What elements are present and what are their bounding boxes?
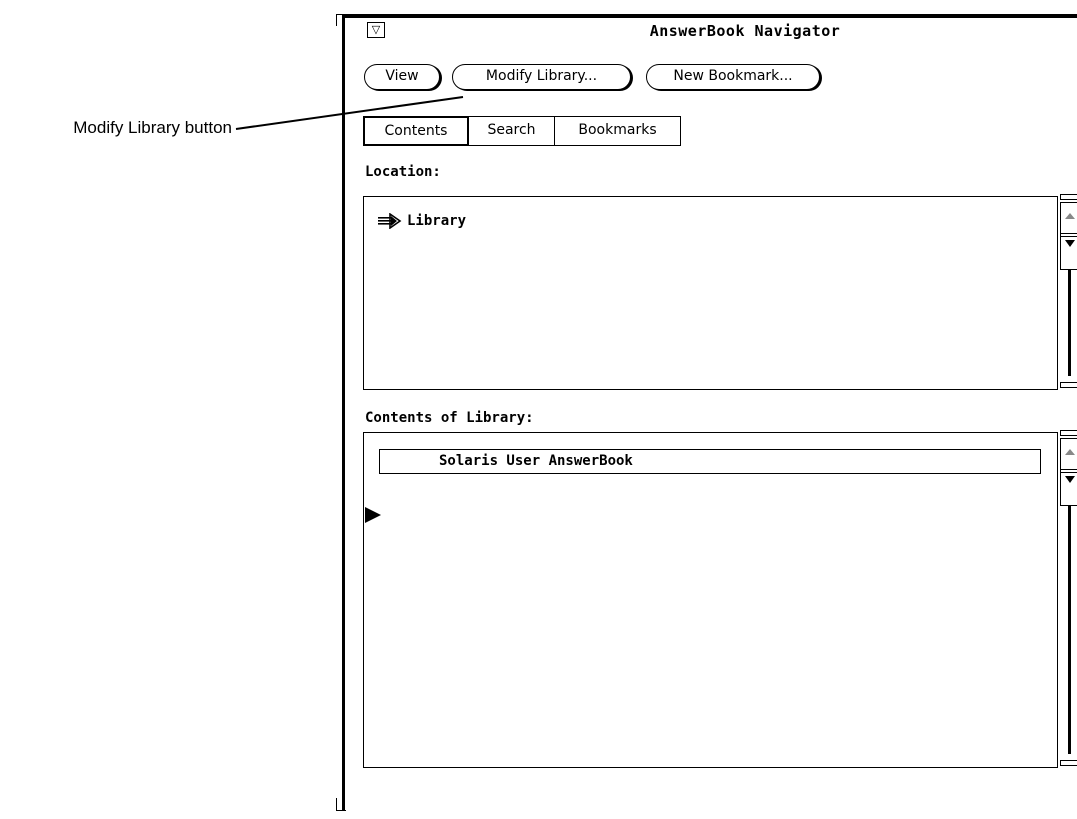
list-item-label: Solaris User AnswerBook: [439, 453, 633, 469]
window-corner-top-left: [336, 14, 337, 26]
window-border-top: [345, 14, 1077, 18]
double-arrow-icon: [378, 213, 402, 229]
scrollbar-divider: [1061, 472, 1077, 473]
window-title: AnswerBook Navigator: [649, 22, 841, 40]
view-button[interactable]: View: [364, 64, 440, 90]
scrollbar-track[interactable]: [1068, 506, 1071, 754]
scrollbar-track[interactable]: [1068, 270, 1071, 376]
insertion-pointer-icon: [365, 507, 381, 523]
scrollbar-divider: [1061, 236, 1077, 237]
window-corner-bottom-left: [336, 798, 337, 810]
scrollbar-elevator[interactable]: [1060, 202, 1077, 270]
scroll-down-arrow-icon[interactable]: [1065, 476, 1075, 483]
scrollbar-top-cap[interactable]: [1060, 194, 1077, 200]
callout-label: Modify Library button: [73, 118, 232, 137]
location-scrollbar[interactable]: [1058, 194, 1077, 390]
tab-contents[interactable]: Contents: [363, 116, 469, 146]
scrollbar-divider: [1061, 233, 1077, 234]
scrollbar-divider: [1061, 469, 1077, 470]
scrollbar-elevator[interactable]: [1060, 438, 1077, 506]
window-corner-bottom-left: [336, 810, 346, 811]
new-bookmark-button[interactable]: New Bookmark...: [646, 64, 820, 90]
tab-bookmarks[interactable]: Bookmarks: [555, 117, 680, 145]
location-label: Location:: [365, 164, 441, 180]
window-menu-icon[interactable]: ▽: [367, 22, 385, 38]
scroll-up-arrow-icon[interactable]: [1065, 449, 1075, 455]
scroll-down-arrow-icon[interactable]: [1065, 240, 1075, 247]
contents-pane[interactable]: [363, 432, 1058, 768]
scrollbar-bottom-cap[interactable]: [1060, 760, 1077, 766]
contents-label: Contents of Library:: [365, 410, 534, 426]
contents-scrollbar[interactable]: [1058, 430, 1077, 768]
tab-bar: Contents Search Bookmarks: [363, 116, 681, 146]
tab-search[interactable]: Search: [469, 117, 555, 145]
scrollbar-top-cap[interactable]: [1060, 430, 1077, 436]
scrollbar-bottom-cap[interactable]: [1060, 382, 1077, 388]
modify-library-button[interactable]: Modify Library...: [452, 64, 631, 90]
scroll-up-arrow-icon[interactable]: [1065, 213, 1075, 219]
location-pane[interactable]: [363, 196, 1058, 390]
location-current[interactable]: Library: [407, 212, 466, 230]
window-border-left: [342, 14, 345, 810]
